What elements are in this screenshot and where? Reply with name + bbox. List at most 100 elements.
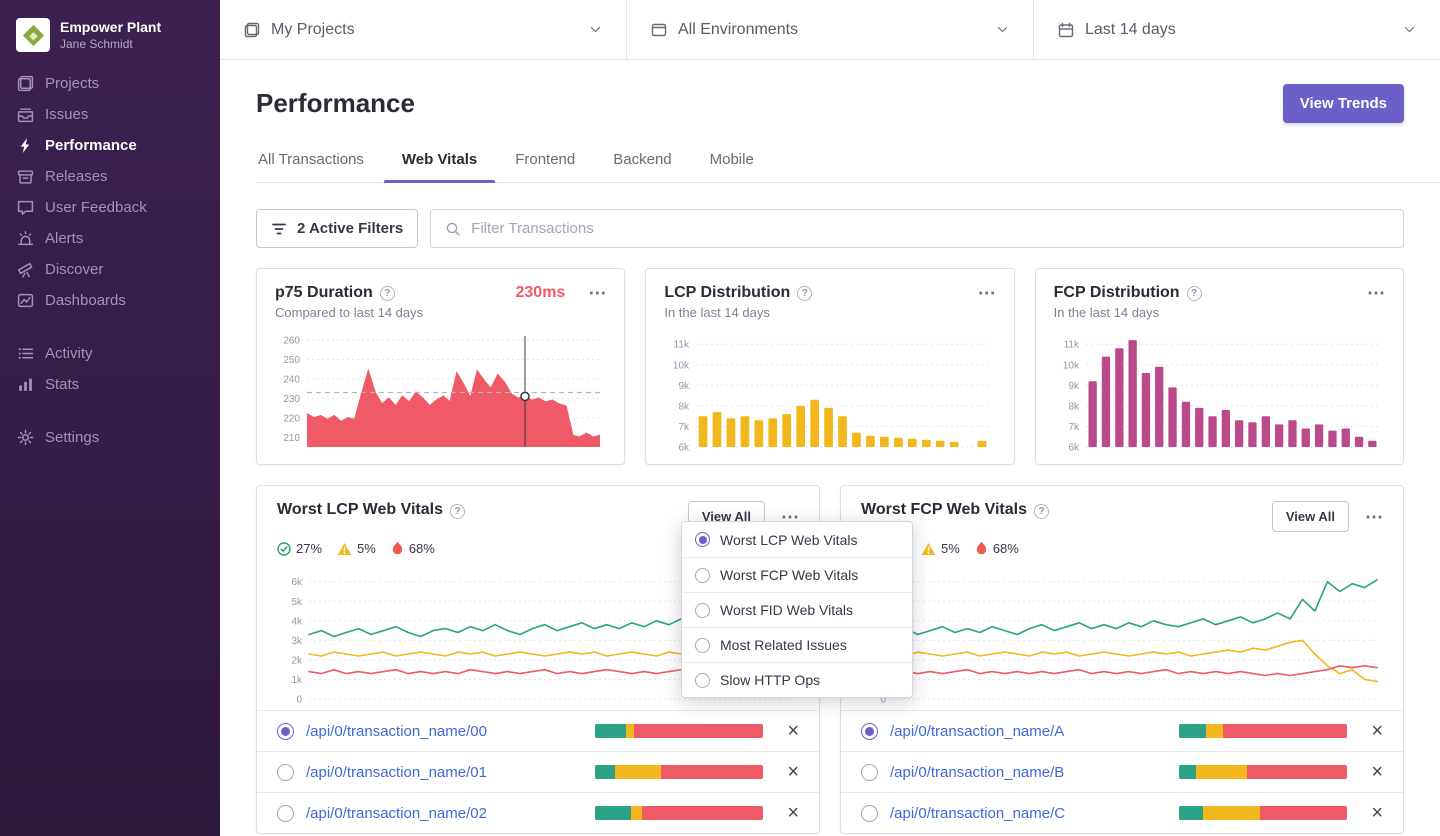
card-title: FCP Distribution xyxy=(1054,284,1180,302)
close-icon[interactable]: × xyxy=(787,803,799,823)
card-menu-button[interactable]: ⋯ xyxy=(1365,508,1383,526)
menu-item-slow-http-ops[interactable]: Slow HTTP Ops xyxy=(682,662,912,697)
active-filters-label: 2 Active Filters xyxy=(297,220,403,237)
view-trends-button[interactable]: View Trends xyxy=(1283,84,1404,123)
sidebar-item-projects[interactable]: Projects xyxy=(0,68,220,99)
card-title: p75 Duration xyxy=(275,284,373,302)
sidebar-item-performance[interactable]: Performance xyxy=(0,130,220,161)
svg-text:11k: 11k xyxy=(674,340,690,351)
transaction-radio[interactable] xyxy=(277,805,294,822)
date-filter-label: Last 14 days xyxy=(1085,21,1176,39)
page-title: Performance xyxy=(256,88,415,119)
org-logo xyxy=(16,18,50,52)
tab-mobile[interactable]: Mobile xyxy=(708,139,756,182)
svg-text:220: 220 xyxy=(283,413,300,424)
sidebar-item-label: Releases xyxy=(45,168,108,185)
tab-all-transactions[interactable]: All Transactions xyxy=(256,139,366,182)
sidebar-item-alerts[interactable]: Alerts xyxy=(0,223,220,254)
transaction-radio[interactable] xyxy=(277,723,294,740)
menu-radio xyxy=(695,603,710,618)
transaction-row: /api/0/transaction_name/01 × xyxy=(257,751,819,792)
svg-text:10k: 10k xyxy=(673,360,690,371)
transaction-link[interactable]: /api/0/transaction_name/00 xyxy=(306,723,487,740)
vitals-meter xyxy=(595,806,763,820)
svg-text:8k: 8k xyxy=(1068,401,1080,412)
filter-icon xyxy=(271,221,287,237)
environments-icon xyxy=(651,22,667,38)
transaction-row: /api/0/transaction_name/00 × xyxy=(257,710,819,751)
sidebar-item-label: Discover xyxy=(45,261,103,278)
help-icon[interactable]: ? xyxy=(1187,286,1202,301)
svg-text:6k: 6k xyxy=(291,577,303,588)
sidebar-item-user-feedback[interactable]: User Feedback xyxy=(0,192,220,223)
sidebar-item-dashboards[interactable]: Dashboards xyxy=(0,285,220,316)
card-menu-button[interactable]: ⋯ xyxy=(978,284,996,302)
menu-item-most-related-issues[interactable]: Most Related Issues xyxy=(682,627,912,662)
svg-text:6k: 6k xyxy=(679,443,691,454)
sidebar-item-issues[interactable]: Issues xyxy=(0,99,220,130)
transaction-radio[interactable] xyxy=(277,764,294,781)
view-all-button[interactable]: View All xyxy=(1272,501,1349,532)
card-title: LCP Distribution xyxy=(664,284,790,302)
svg-text:8k: 8k xyxy=(679,401,691,412)
environment-filter-dropdown[interactable]: All Environments xyxy=(627,0,1034,59)
help-icon[interactable]: ? xyxy=(380,286,395,301)
active-filters-button[interactable]: 2 Active Filters xyxy=(256,209,418,248)
content: Performance View Trends All Transactions… xyxy=(220,60,1440,836)
discover-icon xyxy=(17,261,34,278)
close-icon[interactable]: × xyxy=(1371,762,1383,782)
fcp-distribution-chart: 6k7k8k9k10k11k xyxy=(1054,330,1385,454)
p75-value: 230ms xyxy=(516,284,566,302)
menu-radio xyxy=(695,638,710,653)
projects-icon xyxy=(17,75,34,92)
environment-filter-label: All Environments xyxy=(678,21,798,39)
settings-icon xyxy=(17,429,34,446)
menu-item-worst-lcp[interactable]: Worst LCP Web Vitals xyxy=(682,522,912,557)
menu-radio xyxy=(695,673,710,688)
tab-backend[interactable]: Backend xyxy=(611,139,673,182)
transaction-radio[interactable] xyxy=(861,723,878,740)
worst-fcp-chart: 01k2k3k4k5k6k xyxy=(861,564,1383,706)
project-filter-dropdown[interactable]: My Projects xyxy=(220,0,627,59)
help-icon[interactable]: ? xyxy=(797,286,812,301)
help-icon[interactable]: ? xyxy=(1034,504,1049,519)
sidebar-item-stats[interactable]: Stats xyxy=(0,369,220,400)
transaction-link[interactable]: /api/0/transaction_name/02 xyxy=(306,805,487,822)
transaction-link[interactable]: /api/0/transaction_name/A xyxy=(890,723,1064,740)
tab-web-vitals[interactable]: Web Vitals xyxy=(400,139,479,182)
card-subtitle: In the last 14 days xyxy=(1054,305,1385,320)
close-icon[interactable]: × xyxy=(1371,803,1383,823)
card-menu-button[interactable]: ⋯ xyxy=(588,284,606,302)
menu-item-worst-fcp[interactable]: Worst FCP Web Vitals xyxy=(682,557,912,592)
sidebar-item-label: Issues xyxy=(45,106,88,123)
sidebar-item-discover[interactable]: Discover xyxy=(0,254,220,285)
close-icon[interactable]: × xyxy=(787,721,799,741)
transaction-link[interactable]: /api/0/transaction_name/B xyxy=(890,764,1064,781)
org-switcher[interactable]: Empower Plant Jane Schmidt xyxy=(0,12,220,68)
calendar-icon xyxy=(1058,22,1074,38)
tab-frontend[interactable]: Frontend xyxy=(513,139,577,182)
svg-text:2k: 2k xyxy=(291,655,303,666)
global-filter-bar: My Projects All Environments Last 14 day… xyxy=(220,0,1440,60)
lcp-distribution-card: LCP Distribution ? ⋯ In the last 14 days… xyxy=(645,268,1014,465)
transaction-link[interactable]: /api/0/transaction_name/01 xyxy=(306,764,487,781)
sidebar-item-releases[interactable]: Releases xyxy=(0,161,220,192)
help-icon[interactable]: ? xyxy=(450,504,465,519)
date-filter-dropdown[interactable]: Last 14 days xyxy=(1034,0,1440,59)
menu-item-worst-fid[interactable]: Worst FID Web Vitals xyxy=(682,592,912,627)
sidebar-item-activity[interactable]: Activity xyxy=(0,338,220,369)
sidebar-item-settings[interactable]: Settings xyxy=(0,422,220,453)
sidebar-item-label: Performance xyxy=(45,137,137,154)
transaction-link[interactable]: /api/0/transaction_name/C xyxy=(890,805,1065,822)
close-icon[interactable]: × xyxy=(1371,721,1383,741)
search-input[interactable] xyxy=(471,220,1389,237)
svg-text:10k: 10k xyxy=(1063,360,1080,371)
menu-radio xyxy=(695,532,710,547)
svg-text:1k: 1k xyxy=(291,675,303,686)
card-menu-button[interactable]: ⋯ xyxy=(1367,284,1385,302)
close-icon[interactable]: × xyxy=(787,762,799,782)
issues-icon xyxy=(17,106,34,123)
transaction-radio[interactable] xyxy=(861,764,878,781)
transaction-radio[interactable] xyxy=(861,805,878,822)
chevron-down-icon xyxy=(1403,23,1416,36)
